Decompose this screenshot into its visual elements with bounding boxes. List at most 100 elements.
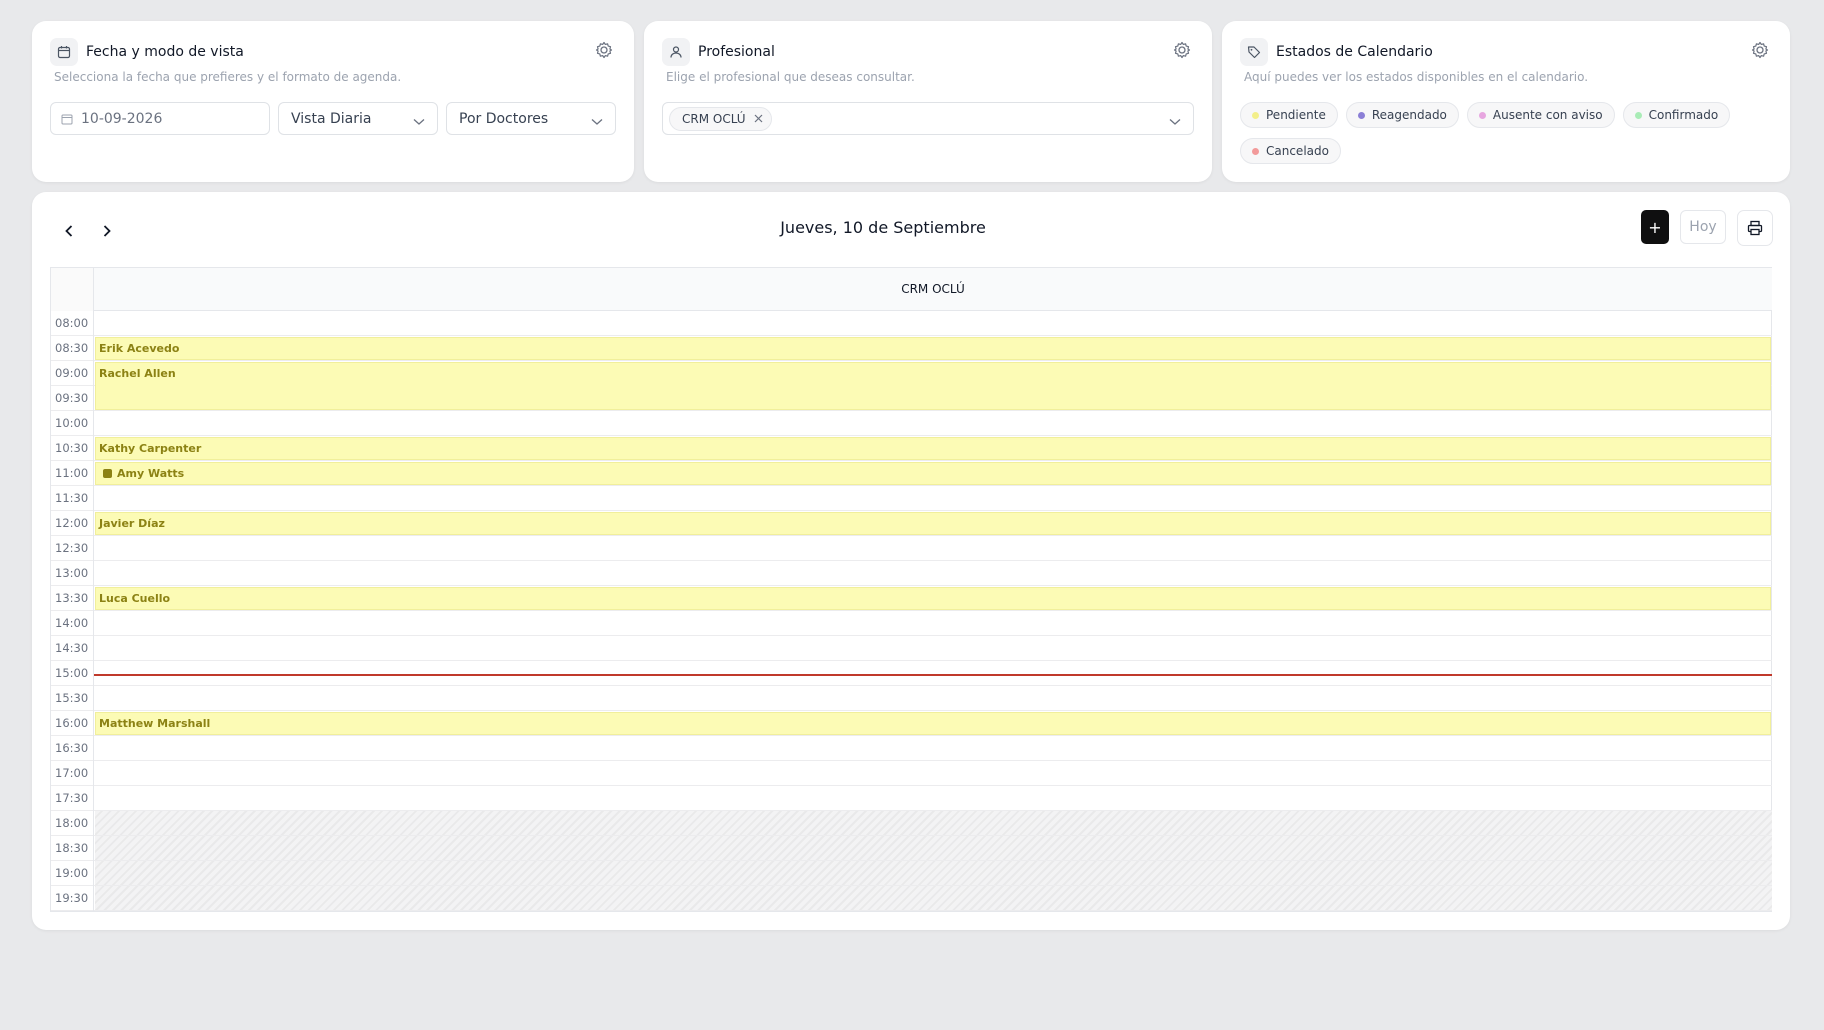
current-time-indicator <box>94 674 1772 676</box>
chevron-down-icon <box>591 114 603 130</box>
status-label: Cancelado <box>1266 144 1329 158</box>
status-dot <box>1252 147 1259 155</box>
time-label: 10:30 <box>51 436 94 461</box>
time-row: 14:00 <box>51 611 1772 636</box>
professional-panel-title: Profesional <box>698 44 775 60</box>
date-value: 10-09-2026 <box>81 110 163 127</box>
status-legend: Pendiente Reagendado Ausente con aviso Conf… <box>1240 102 1760 164</box>
professional-tag: CRM OCLÚ <box>669 106 772 131</box>
time-label: 15:00 <box>51 661 94 686</box>
time-row: 19:00 <box>51 861 1772 886</box>
professional-panel-subtitle: Elige el profesional que deseas consulta… <box>666 70 915 84</box>
time-label: 15:30 <box>51 686 94 711</box>
calendar-icon <box>50 38 78 66</box>
status-chip: Reagendado <box>1345 102 1459 128</box>
date-input[interactable]: 10-09-2026 <box>50 102 270 135</box>
today-button[interactable]: Hoy <box>1680 210 1726 244</box>
time-row: 19:30 <box>51 886 1772 911</box>
time-slot[interactable] <box>94 736 1772 761</box>
time-row: 16:30 <box>51 736 1772 761</box>
status-dot <box>1634 111 1642 119</box>
time-label: 13:30 <box>51 586 94 611</box>
time-label: 12:30 <box>51 536 94 561</box>
view-mode-select[interactable]: Vista Diaria <box>278 102 438 135</box>
appointment-patient-name: Amy Watts <box>117 467 185 480</box>
time-label: 11:30 <box>51 486 94 511</box>
time-label: 18:00 <box>51 811 94 836</box>
status-label: Pendiente <box>1266 108 1326 122</box>
time-row: 18:30 <box>51 836 1772 861</box>
time-slot[interactable] <box>94 311 1772 336</box>
professional-column-header: CRM OCLÚ <box>94 268 1772 311</box>
group-by-value: Por Doctores <box>459 110 549 127</box>
time-row: 14:30 <box>51 636 1772 661</box>
group-by-select[interactable]: Por Doctores <box>446 102 616 135</box>
status-chip: Ausente con aviso <box>1466 102 1615 128</box>
time-slot[interactable] <box>94 486 1772 511</box>
time-slot[interactable] <box>94 886 1772 911</box>
appointment-block[interactable]: Kathy Carpenter <box>95 437 1771 460</box>
time-gutter-header <box>51 268 94 311</box>
appointment-block[interactable]: Rachel Allen <box>95 362 1771 410</box>
chevron-down-icon <box>413 114 425 130</box>
time-slot[interactable] <box>94 611 1772 636</box>
time-row: 18:00 <box>51 811 1772 836</box>
time-label: 17:00 <box>51 761 94 786</box>
appointment-block[interactable]: Javier Díaz <box>95 512 1771 535</box>
date-panel-subtitle: Selecciona la fecha que prefieres y el f… <box>54 70 402 84</box>
time-label: 14:00 <box>51 611 94 636</box>
user-icon <box>662 38 690 66</box>
professional-panel: Profesional Elige el profesional que des… <box>644 21 1212 182</box>
time-label: 19:30 <box>51 886 94 911</box>
gear-icon[interactable] <box>594 40 616 62</box>
time-slot[interactable] <box>94 761 1772 786</box>
appointment-block[interactable]: Amy Watts <box>95 462 1771 485</box>
status-panel-subtitle: Aquí puedes ver los estados disponibles … <box>1244 70 1589 84</box>
calendar-panel: Jueves, 10 de Septiembre + Hoy CRM OCLÚ … <box>32 192 1790 930</box>
status-chip: Cancelado <box>1240 138 1341 164</box>
professional-panel-header: Profesional <box>662 38 775 66</box>
time-label: 16:30 <box>51 736 94 761</box>
status-label: Confirmado <box>1648 108 1719 122</box>
time-row: 12:30 <box>51 536 1772 561</box>
professional-select[interactable]: CRM OCLÚ <box>662 102 1194 135</box>
time-label: 12:00 <box>51 511 94 536</box>
appointment-patient-name: Matthew Marshall <box>99 717 211 730</box>
status-chip: Confirmado <box>1622 102 1731 128</box>
calendar-date-title: Jueves, 10 de Septiembre <box>780 218 986 237</box>
view-mode-value: Vista Diaria <box>291 110 372 127</box>
time-slot[interactable] <box>94 411 1772 436</box>
add-appointment-button[interactable]: + <box>1641 210 1669 244</box>
time-slot[interactable] <box>94 561 1772 586</box>
time-label: 09:30 <box>51 386 94 411</box>
time-slot[interactable] <box>94 836 1772 861</box>
time-slot[interactable] <box>94 861 1772 886</box>
status-panel: Estados de Calendario Aquí puedes ver lo… <box>1222 21 1790 182</box>
note-icon <box>103 469 112 478</box>
printer-icon <box>1747 220 1763 236</box>
time-slot[interactable] <box>94 686 1772 711</box>
date-view-panel: Fecha y modo de vista Selecciona la fech… <box>32 21 634 182</box>
status-dot <box>1478 111 1486 119</box>
gear-icon[interactable] <box>1172 40 1194 62</box>
print-button[interactable] <box>1737 210 1773 246</box>
time-slot[interactable] <box>94 786 1772 811</box>
time-label: 09:00 <box>51 361 94 386</box>
status-dot <box>1357 111 1365 119</box>
time-slot[interactable] <box>94 811 1772 836</box>
gear-icon[interactable] <box>1750 40 1772 62</box>
time-label: 08:00 <box>51 311 94 336</box>
time-slot[interactable] <box>94 636 1772 661</box>
calendar-small-icon <box>61 113 73 125</box>
time-row: 10:00 <box>51 411 1772 436</box>
date-panel-title: Fecha y modo de vista <box>86 44 244 60</box>
time-slot[interactable] <box>94 536 1772 561</box>
appointment-patient-name: Kathy Carpenter <box>99 442 202 455</box>
day-grid: CRM OCLÚ 08:00 08:30 09:00 09:30 10:00 10:30 1… <box>50 267 1772 912</box>
appointment-block[interactable]: Matthew Marshall <box>95 712 1771 735</box>
professional-tag-label: CRM OCLÚ <box>682 111 746 126</box>
close-icon[interactable] <box>754 114 763 123</box>
time-row: 17:30 <box>51 786 1772 811</box>
appointment-block[interactable]: Erik Acevedo <box>95 337 1771 360</box>
appointment-block[interactable]: Luca Cuello <box>95 587 1771 610</box>
